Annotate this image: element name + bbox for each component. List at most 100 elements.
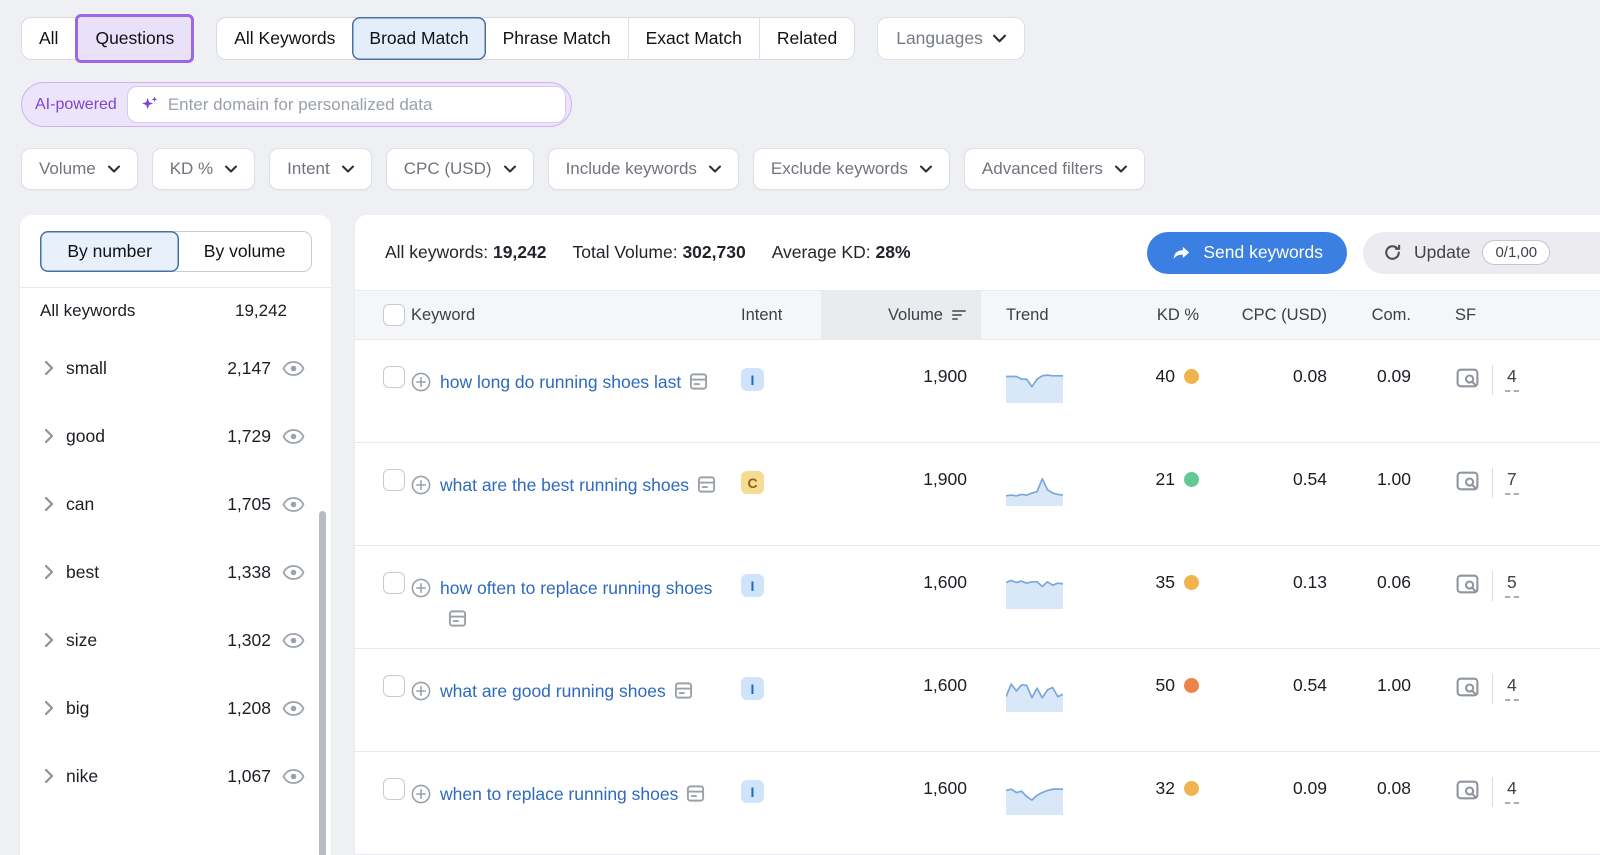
- sf-count[interactable]: 5: [1505, 572, 1519, 598]
- serp-preview-icon[interactable]: [1455, 573, 1480, 596]
- chevron-right-icon[interactable]: [44, 768, 54, 784]
- row-checkbox[interactable]: [383, 469, 405, 491]
- eye-icon[interactable]: [282, 564, 305, 581]
- serp-preview-icon[interactable]: [1455, 367, 1480, 390]
- toggle-by-number[interactable]: By number: [40, 231, 179, 272]
- tab-all[interactable]: All: [22, 18, 75, 59]
- row-checkbox[interactable]: [383, 778, 405, 800]
- add-keyword-icon[interactable]: [411, 681, 431, 701]
- eye-icon[interactable]: [282, 428, 305, 445]
- chevron-right-icon[interactable]: [44, 632, 54, 648]
- trend-sparkline: [1006, 781, 1063, 815]
- col-volume-sorted[interactable]: Volume: [821, 291, 981, 339]
- add-keyword-icon[interactable]: [411, 578, 431, 598]
- serp-preview-icon[interactable]: [1455, 779, 1480, 802]
- intent-badge[interactable]: I: [741, 574, 764, 597]
- keyword-link[interactable]: what are good running shoes: [440, 681, 666, 701]
- serp-snapshot-icon[interactable]: [697, 475, 716, 494]
- col-intent[interactable]: Intent: [741, 291, 821, 339]
- add-keyword-icon[interactable]: [411, 784, 431, 804]
- keyword-group-item[interactable]: good 1,729: [20, 402, 331, 470]
- kd-value: 50: [1156, 675, 1175, 696]
- tab-broad-match[interactable]: Broad Match: [352, 17, 485, 60]
- add-keyword-icon[interactable]: [411, 475, 431, 495]
- serp-snapshot-icon[interactable]: [674, 681, 693, 700]
- keyword-link[interactable]: how long do running shoes last: [440, 372, 681, 392]
- tab-questions[interactable]: Questions: [75, 14, 194, 63]
- col-cpc[interactable]: CPC (USD): [1211, 291, 1341, 339]
- filter-exclude-keywords[interactable]: Exclude keywords: [753, 148, 950, 190]
- keyword-link[interactable]: when to replace running shoes: [440, 784, 678, 804]
- keyword-group-item[interactable]: small 2,147: [20, 334, 331, 402]
- eye-icon[interactable]: [282, 632, 305, 649]
- update-label: Update: [1414, 242, 1470, 263]
- serp-snapshot-icon[interactable]: [689, 372, 708, 391]
- intent-badge[interactable]: I: [741, 780, 764, 803]
- chevron-right-icon[interactable]: [44, 360, 54, 376]
- update-button[interactable]: Update 0/1,00: [1363, 232, 1600, 274]
- chevron-down-icon: [108, 165, 120, 173]
- serp-preview-icon[interactable]: [1455, 470, 1480, 493]
- row-checkbox[interactable]: [383, 572, 405, 594]
- eye-icon[interactable]: [282, 700, 305, 717]
- col-kd[interactable]: KD %: [1131, 291, 1211, 339]
- col-sf[interactable]: SF: [1441, 291, 1600, 339]
- keyword-group-item[interactable]: big 1,208: [20, 674, 331, 742]
- filter-cpc[interactable]: CPC (USD): [386, 148, 534, 190]
- chevron-right-icon[interactable]: [44, 496, 54, 512]
- chevron-right-icon[interactable]: [44, 700, 54, 716]
- tab-exact-match[interactable]: Exact Match: [628, 18, 759, 59]
- sf-count[interactable]: 4: [1505, 675, 1519, 701]
- keyword-group-item[interactable]: nike 1,067: [20, 742, 331, 810]
- keyword-link[interactable]: how often to replace running shoes: [440, 578, 712, 598]
- filter-volume[interactable]: Volume: [21, 148, 138, 190]
- tab-related[interactable]: Related: [759, 18, 854, 59]
- keyword-group-item[interactable]: can 1,705: [20, 470, 331, 538]
- tab-phrase-match[interactable]: Phrase Match: [486, 18, 628, 59]
- filter-include-keywords[interactable]: Include keywords: [548, 148, 739, 190]
- toggle-by-volume[interactable]: By volume: [178, 232, 311, 271]
- sidebar-scrollbar[interactable]: [319, 511, 326, 855]
- intent-badge[interactable]: I: [741, 677, 764, 700]
- sf-count[interactable]: 4: [1505, 778, 1519, 804]
- filter-label: Exclude keywords: [771, 159, 908, 179]
- send-keywords-button[interactable]: Send keywords: [1147, 232, 1347, 274]
- domain-input[interactable]: [168, 95, 553, 115]
- chevron-right-icon[interactable]: [44, 564, 54, 580]
- languages-dropdown[interactable]: Languages: [877, 17, 1025, 60]
- col-trend[interactable]: Trend: [981, 291, 1131, 339]
- eye-icon[interactable]: [282, 768, 305, 785]
- col-com[interactable]: Com.: [1341, 291, 1441, 339]
- col-keyword[interactable]: Keyword: [411, 291, 741, 339]
- match-tabs-group: All Keywords Broad Match Phrase Match Ex…: [216, 17, 855, 60]
- eye-icon[interactable]: [282, 360, 305, 377]
- all-keywords-header[interactable]: All keywords 19,242: [20, 288, 331, 334]
- add-keyword-icon[interactable]: [411, 372, 431, 392]
- row-check-cell: [355, 443, 411, 545]
- cpc-value: 0.54: [1211, 443, 1341, 545]
- keyword-group-item[interactable]: size 1,302: [20, 606, 331, 674]
- filter-kd[interactable]: KD %: [152, 148, 255, 190]
- serp-preview-icon[interactable]: [1455, 676, 1480, 699]
- stat-label: Total Volume:: [573, 242, 678, 262]
- eye-icon[interactable]: [282, 496, 305, 513]
- sf-count[interactable]: 4: [1505, 366, 1519, 392]
- filter-advanced[interactable]: Advanced filters: [964, 148, 1145, 190]
- row-checkbox[interactable]: [383, 366, 405, 388]
- intent-badge[interactable]: C: [741, 471, 764, 494]
- sf-count[interactable]: 7: [1505, 469, 1519, 495]
- refresh-icon: [1383, 243, 1402, 262]
- intent-badge[interactable]: I: [741, 368, 764, 391]
- filter-intent[interactable]: Intent: [269, 148, 372, 190]
- volume-value: 1,900: [821, 340, 981, 442]
- serp-snapshot-icon[interactable]: [686, 784, 705, 803]
- serp-snapshot-icon[interactable]: [448, 609, 467, 628]
- tab-all-keywords[interactable]: All Keywords: [217, 18, 352, 59]
- select-all-checkbox[interactable]: [383, 304, 405, 326]
- keyword-group-item[interactable]: best 1,338: [20, 538, 331, 606]
- chevron-right-icon[interactable]: [44, 428, 54, 444]
- keyword-link[interactable]: what are the best running shoes: [440, 475, 689, 495]
- trend-sparkline: [1006, 369, 1063, 403]
- row-checkbox[interactable]: [383, 675, 405, 697]
- group-count: 1,705: [227, 494, 271, 515]
